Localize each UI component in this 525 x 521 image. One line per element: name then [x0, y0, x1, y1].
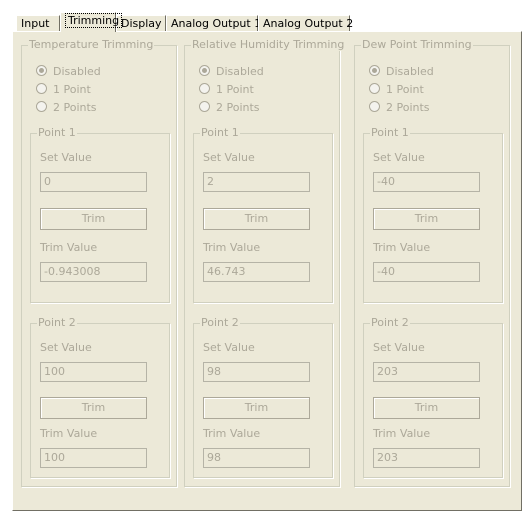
trim-button[interactable]: Trim — [373, 208, 480, 230]
tab-input-label: Input — [21, 17, 50, 30]
trim-button[interactable]: Trim — [203, 208, 310, 230]
point1-group: Point 1 Set Value 0 Trim Trim Value -0.9… — [30, 126, 170, 303]
set-value-label: Set Value — [203, 341, 255, 354]
radio-2-points[interactable]: 2 Points — [369, 101, 430, 115]
trim-value-field[interactable]: 203 — [373, 448, 480, 468]
trim-button[interactable]: Trim — [203, 397, 310, 419]
point1-group: Point 1 Set Value 2 Trim Trim Value 46.7… — [193, 126, 333, 303]
set-value-field[interactable]: 2 — [203, 172, 310, 192]
tab-analog-output-2[interactable]: Analog Output 2 — [258, 15, 354, 31]
radio-label: Disabled — [386, 65, 434, 78]
point2-group: Point 2 Set Value 98 Trim Trim Value 98 — [193, 316, 333, 478]
radio-label: 1 Point — [216, 83, 254, 96]
radio-1-point[interactable]: 1 Point — [369, 83, 424, 97]
point2-group: Point 2 Set Value 100 Trim Trim Value 10… — [30, 316, 170, 478]
point1-group: Point 1 Set Value -40 Trim Trim Value -4… — [363, 126, 503, 303]
radio-icon — [199, 101, 210, 112]
radio-selected-icon — [36, 65, 47, 76]
trim-value-label: Trim Value — [373, 241, 431, 254]
radio-label: 2 Points — [386, 101, 430, 114]
set-value-label: Set Value — [203, 151, 255, 164]
trim-value-field[interactable]: 100 — [40, 448, 147, 468]
set-value-field[interactable]: -40 — [373, 172, 480, 192]
point1-title: Point 1 — [200, 126, 240, 139]
set-value-label: Set Value — [373, 151, 425, 164]
set-value-field[interactable]: 203 — [373, 362, 480, 382]
radio-label: 1 Point — [386, 83, 424, 96]
radio-disabled[interactable]: Disabled — [199, 65, 264, 79]
set-value-label: Set Value — [40, 341, 92, 354]
tab-trimming[interactable]: Trimming — [60, 12, 123, 32]
point2-title: Point 2 — [370, 316, 410, 329]
point2-title: Point 2 — [37, 316, 77, 329]
trim-button[interactable]: Trim — [40, 208, 147, 230]
point2-title: Point 2 — [200, 316, 240, 329]
radio-icon — [199, 83, 210, 94]
trim-value-label: Trim Value — [40, 427, 98, 440]
temperature-trimming-group: Temperature Trimming Disabled 1 Point 2 … — [21, 38, 177, 487]
relative-humidity-trimming-group: Relative Humidity Trimming Disabled 1 Po… — [184, 38, 346, 487]
tab-analog-output-2-label: Analog Output 2 — [263, 17, 354, 30]
radio-2-points[interactable]: 2 Points — [199, 101, 260, 115]
radio-label: Disabled — [53, 65, 101, 78]
tab-analog-output-1-label: Analog Output 1 — [171, 17, 262, 30]
clipped-caption — [0, 0, 525, 7]
radio-label: 2 Points — [216, 101, 260, 114]
point2-group: Point 2 Set Value 203 Trim Trim Value 20… — [363, 316, 503, 478]
set-value-field[interactable]: 98 — [203, 362, 310, 382]
tab-display[interactable]: Display — [116, 15, 166, 31]
tab-trimming-label: Trimming — [65, 13, 123, 28]
radio-selected-icon — [369, 65, 380, 76]
radio-icon — [369, 83, 380, 94]
dew-point-trimming-group: Dew Point Trimming Disabled 1 Point 2 Po… — [354, 38, 510, 487]
set-value-field[interactable]: 100 — [40, 362, 147, 382]
point1-title: Point 1 — [370, 126, 410, 139]
tab-input[interactable]: Input — [16, 15, 60, 31]
radio-disabled[interactable]: Disabled — [36, 65, 101, 79]
radio-2-points[interactable]: 2 Points — [36, 101, 97, 115]
trim-value-label: Trim Value — [40, 241, 98, 254]
radio-icon — [36, 83, 47, 94]
trim-value-field[interactable]: 98 — [203, 448, 310, 468]
radio-disabled[interactable]: Disabled — [369, 65, 434, 79]
tab-analog-output-1[interactable]: Analog Output 1 — [166, 15, 262, 31]
radio-1-point[interactable]: 1 Point — [199, 83, 254, 97]
trim-button[interactable]: Trim — [40, 397, 147, 419]
point1-title: Point 1 — [37, 126, 77, 139]
trim-value-field[interactable]: -0.943008 — [40, 262, 147, 282]
radio-label: 1 Point — [53, 83, 91, 96]
radio-selected-icon — [199, 65, 210, 76]
group-title: Temperature Trimming — [28, 38, 155, 51]
set-value-label: Set Value — [40, 151, 92, 164]
group-title: Dew Point Trimming — [361, 38, 473, 51]
trim-value-field[interactable]: 46.743 — [203, 262, 310, 282]
set-value-field[interactable]: 0 — [40, 172, 147, 192]
trim-button[interactable]: Trim — [373, 397, 480, 419]
tab-display-label: Display — [121, 17, 162, 30]
trim-value-label: Trim Value — [203, 427, 261, 440]
trim-value-field[interactable]: -40 — [373, 262, 480, 282]
group-title: Relative Humidity Trimming — [191, 38, 346, 51]
set-value-label: Set Value — [373, 341, 425, 354]
trim-value-label: Trim Value — [373, 427, 431, 440]
radio-icon — [36, 101, 47, 112]
trim-value-label: Trim Value — [203, 241, 261, 254]
radio-label: Disabled — [216, 65, 264, 78]
trimming-panel: Temperature Trimming Disabled 1 Point 2 … — [12, 31, 522, 511]
radio-icon — [369, 101, 380, 112]
radio-label: 2 Points — [53, 101, 97, 114]
radio-1-point[interactable]: 1 Point — [36, 83, 91, 97]
